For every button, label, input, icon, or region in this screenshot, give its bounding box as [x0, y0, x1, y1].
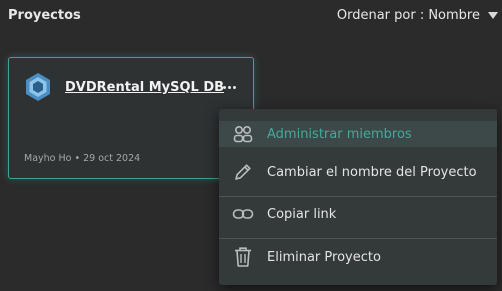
mysql-hexagon-logo-icon: [26, 73, 50, 101]
menu-divider: [219, 238, 497, 239]
menu-item-administrar-miembros[interactable]: Administrar miembros: [219, 121, 497, 147]
project-card[interactable]: DVDRental MySQL DB Mayho Ho • 29 oct 202…: [8, 57, 254, 179]
page-title: Proyectos: [8, 8, 81, 23]
project-meta: Mayho Ho • 29 oct 2024: [24, 153, 141, 164]
menu-item-label: Copiar link: [267, 206, 337, 222]
members-icon: [219, 122, 267, 146]
menu-item-label: Eliminar Proyecto: [267, 249, 381, 265]
trash-icon: [219, 245, 267, 269]
menu-item-eliminar-proyecto[interactable]: Eliminar Proyecto: [219, 244, 497, 270]
caret-down-icon: [488, 12, 498, 19]
menu-item-label: Administrar miembros: [267, 126, 412, 142]
pencil-icon: [219, 160, 267, 184]
sort-label: Ordenar por : Nombre: [336, 8, 480, 23]
sort-dropdown[interactable]: Ordenar por : Nombre: [337, 8, 498, 23]
ellipsis-icon[interactable]: [219, 79, 239, 95]
menu-item-cambiar-nombre[interactable]: Cambiar el nombre del Proyecto: [219, 159, 497, 185]
menu-item-label: Cambiar el nombre del Proyecto: [267, 164, 477, 180]
link-icon: [219, 202, 267, 226]
project-context-menu: Administrar miembros Cambiar el nombre d…: [219, 109, 497, 285]
project-name-link[interactable]: DVDRental MySQL DB: [65, 80, 224, 95]
menu-item-copiar-link[interactable]: Copiar link: [219, 201, 497, 227]
menu-divider: [219, 196, 497, 197]
